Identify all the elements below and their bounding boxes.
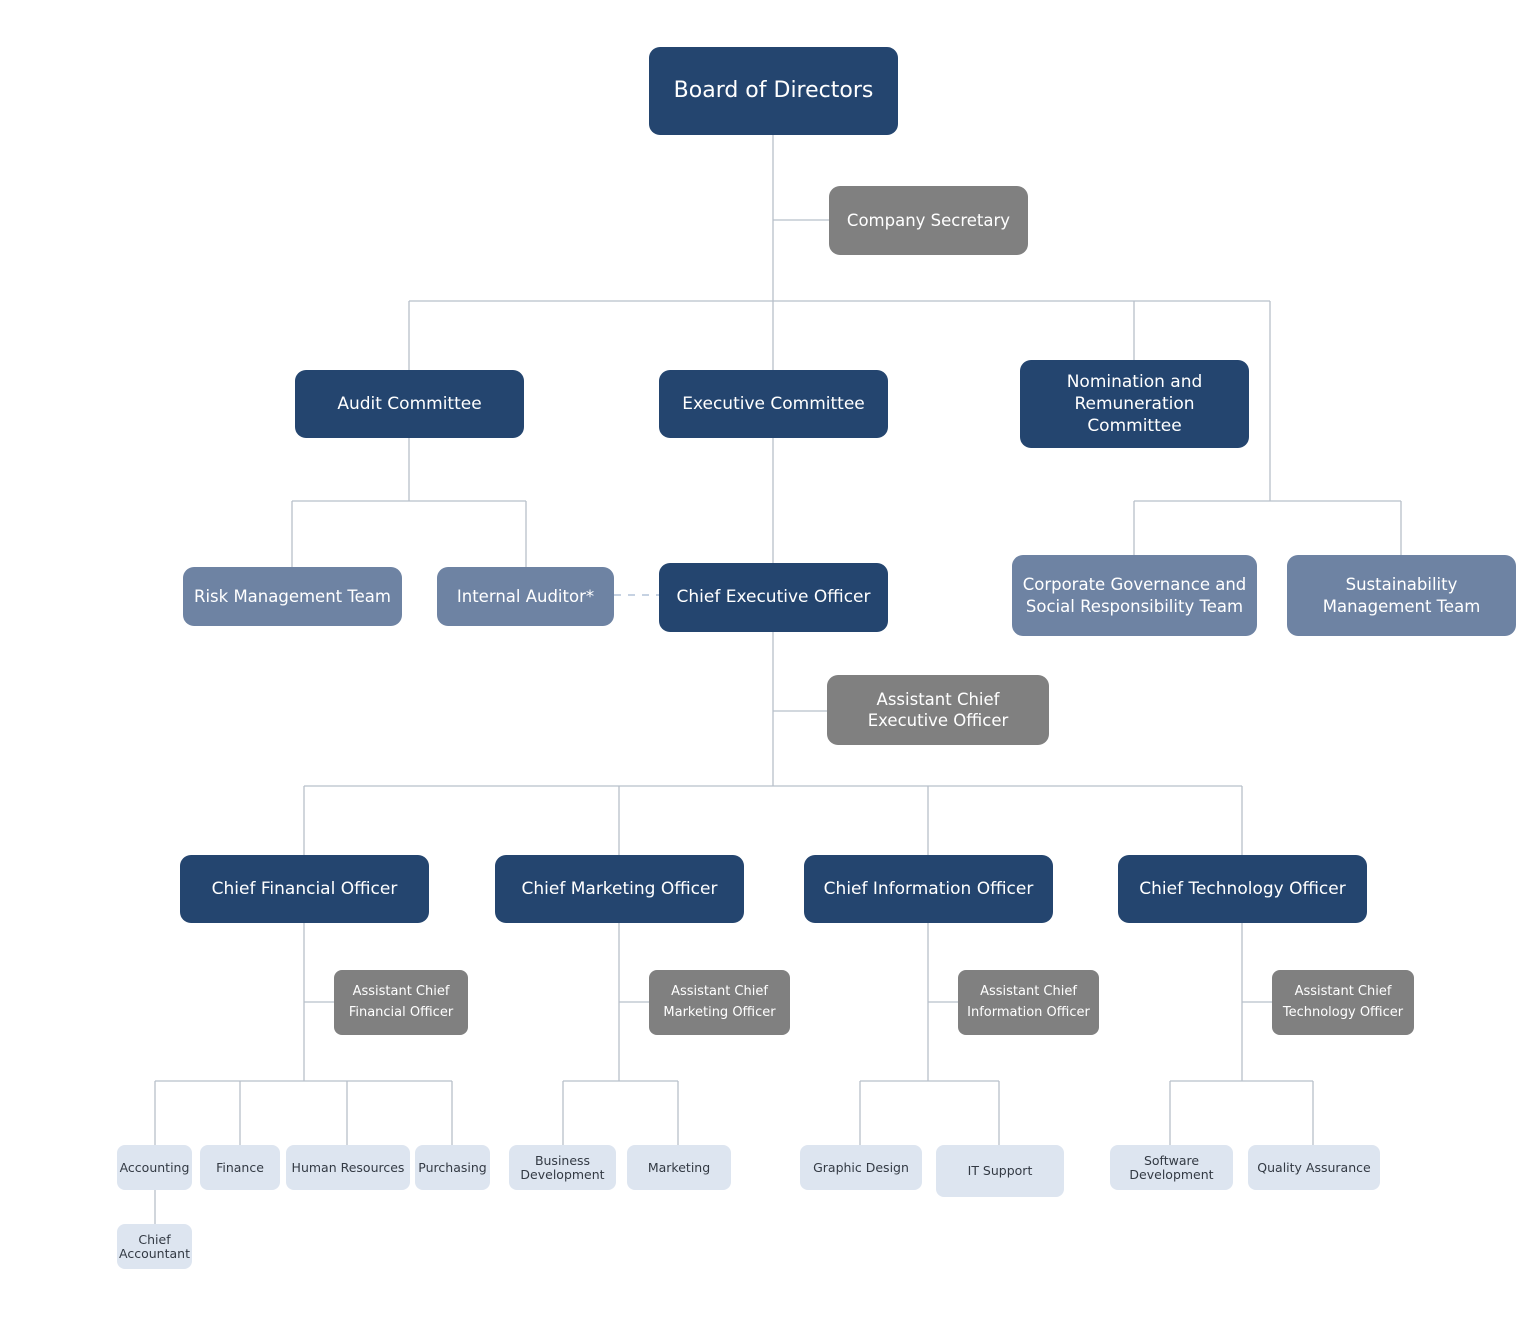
node-dept-purchasing: Purchasing (415, 1145, 490, 1190)
node-label: Sustainability Management Team (1322, 575, 1481, 616)
node-assistant-ceo: Assistant Chief Executive Officer (827, 675, 1049, 745)
node-company-secretary: Company Secretary (829, 186, 1028, 255)
node-dept-software-development: Software Development (1110, 1145, 1233, 1190)
node-audit-committee: Audit Committee (295, 370, 524, 438)
node-label: Chief Executive Officer (676, 587, 871, 608)
node-cfo: Chief Financial Officer (180, 855, 429, 923)
node-label: Assistant Chief Marketing Officer (663, 984, 776, 1020)
node-dept-marketing: Marketing (627, 1145, 731, 1190)
node-executive-committee: Executive Committee (659, 370, 888, 438)
node-label: Marketing (647, 1159, 711, 1175)
node-cio: Chief Information Officer (804, 855, 1053, 923)
node-assistant-cmo: Assistant Chief Marketing Officer (649, 970, 790, 1035)
node-label: Assistant Chief Information Officer (967, 984, 1090, 1020)
node-cto: Chief Technology Officer (1118, 855, 1367, 923)
node-label: Quality Assurance (1257, 1159, 1371, 1175)
node-dept-graphic-design: Graphic Design (800, 1145, 922, 1190)
node-label: Board of Directors (673, 77, 874, 103)
node-nomination-committee: Nomination and Remuneration Committee (1020, 360, 1249, 448)
node-risk-management-team: Risk Management Team (183, 567, 402, 626)
connector-lines (154, 135, 1402, 1225)
node-dept-accounting: Accounting (117, 1145, 192, 1190)
node-label: Executive Committee (682, 393, 865, 414)
node-chief-executive-officer: Chief Executive Officer (659, 563, 888, 632)
node-label: Graphic Design (813, 1159, 909, 1175)
node-label: Assistant Chief Technology Officer (1282, 984, 1404, 1020)
node-label: Company Secretary (846, 210, 1011, 230)
node-label: Human Resources (291, 1159, 405, 1175)
node-sustainability-team: Sustainability Management Team (1287, 555, 1516, 636)
node-label: Finance (216, 1159, 264, 1175)
node-internal-auditor: Internal Auditor* (437, 567, 614, 626)
node-assistant-cto: Assistant Chief Technology Officer (1272, 970, 1414, 1035)
node-dept-quality-assurance: Quality Assurance (1248, 1145, 1380, 1190)
node-label: Chief Technology Officer (1139, 878, 1346, 899)
node-dept-finance: Finance (200, 1145, 280, 1190)
node-label: Chief Marketing Officer (521, 878, 718, 899)
node-label: Purchasing (418, 1159, 487, 1175)
node-label: Business Development (520, 1152, 605, 1182)
node-dept-business-development: Business Development (509, 1145, 616, 1190)
node-label: Internal Auditor* (456, 586, 595, 606)
node-board-of-directors: Board of Directors (649, 47, 898, 135)
node-dept-chief-accountant: Chief Accountant (117, 1224, 192, 1269)
node-label: Assistant Chief Executive Officer (867, 689, 1009, 730)
node-label: Chief Financial Officer (211, 878, 398, 899)
node-dept-human-resources: Human Resources (286, 1145, 410, 1190)
node-dept-it-support: IT Support (936, 1145, 1064, 1197)
node-label: Chief Accountant (119, 1231, 190, 1261)
node-label: IT Support (967, 1163, 1033, 1179)
node-label: Chief Information Officer (823, 878, 1034, 899)
node-label: Assistant Chief Financial Officer (348, 984, 454, 1020)
node-cmo: Chief Marketing Officer (495, 855, 744, 923)
node-corporate-governance-team: Corporate Governance and Social Responsi… (1012, 555, 1257, 636)
node-assistant-cio: Assistant Chief Information Officer (958, 970, 1099, 1035)
node-label: Accounting (119, 1159, 190, 1175)
node-label: Corporate Governance and Social Responsi… (1022, 575, 1247, 616)
node-label: Audit Committee (337, 393, 482, 414)
node-assistant-cfo: Assistant Chief Financial Officer (334, 970, 468, 1035)
node-label: Software Development (1129, 1152, 1214, 1182)
node-label: Risk Management Team (194, 586, 391, 606)
node-label: Nomination and Remuneration Committee (1066, 371, 1203, 437)
